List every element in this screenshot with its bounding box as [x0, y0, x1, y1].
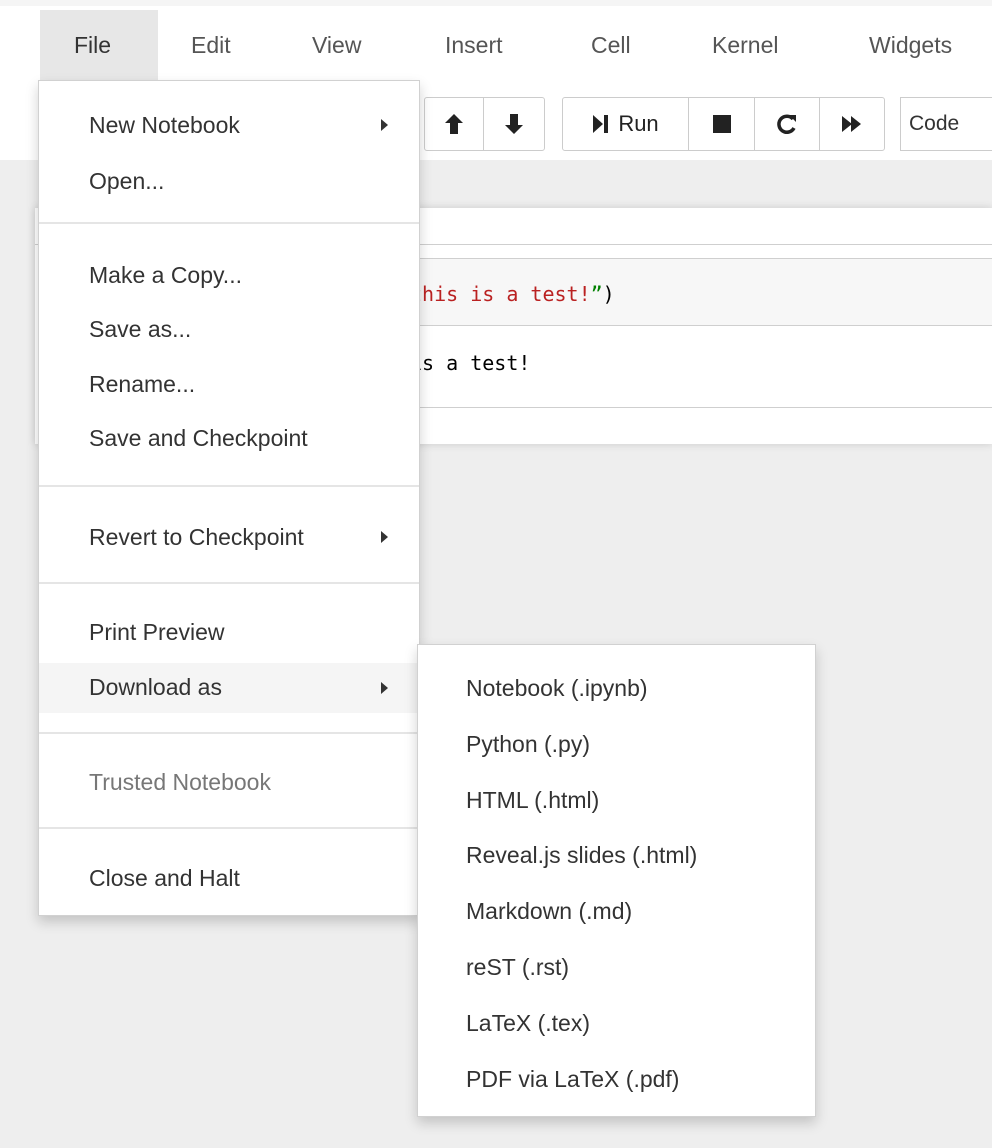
file-menu-close-halt[interactable]: Close and Halt [39, 854, 419, 902]
menu-view[interactable]: View [312, 10, 361, 80]
output-bottom-border [405, 407, 992, 408]
file-menu-revert-checkpoint[interactable]: Revert to Checkpoint [39, 513, 419, 561]
arrow-up-icon [445, 114, 463, 134]
menu-divider [39, 732, 419, 734]
menu-divider [39, 827, 419, 829]
cell-type-select[interactable]: Code [900, 97, 992, 151]
file-menu-dropdown: New Notebook Open... Make a Copy... Save… [38, 80, 420, 916]
download-markdown[interactable]: Markdown (.md) [466, 887, 632, 935]
menu-insert[interactable]: Insert [445, 10, 503, 80]
menubar-top-border [0, 0, 992, 6]
arrow-down-icon [505, 114, 523, 134]
interrupt-button[interactable] [688, 97, 755, 151]
download-py[interactable]: Python (.py) [466, 720, 590, 768]
code-paren: ) [602, 282, 615, 306]
menu-divider [39, 582, 419, 584]
menu-divider [39, 485, 419, 487]
code-string: this is a test! [410, 282, 591, 306]
file-menu-download-as[interactable]: Download as [39, 663, 419, 713]
move-up-button[interactable] [424, 97, 484, 151]
step-forward-icon [593, 115, 609, 133]
restart-button[interactable] [754, 97, 820, 151]
menu-kernel[interactable]: Kernel [712, 10, 778, 80]
file-menu-new-notebook[interactable]: New Notebook [39, 101, 419, 149]
menu-edit[interactable]: Edit [191, 10, 231, 80]
run-button[interactable]: Run [562, 97, 689, 151]
download-ipynb[interactable]: Notebook (.ipynb) [466, 664, 648, 712]
menu-file-label: File [74, 32, 112, 58]
menu-cell[interactable]: Cell [591, 10, 631, 80]
restart-icon [777, 114, 796, 134]
file-menu-rename[interactable]: Rename... [39, 360, 419, 408]
file-menu-trusted-notebook: Trusted Notebook [89, 769, 271, 795]
file-menu-save-checkpoint[interactable]: Save and Checkpoint [39, 414, 419, 462]
download-reveal-slides[interactable]: Reveal.js slides (.html) [466, 831, 697, 879]
file-menu-make-copy[interactable]: Make a Copy... [39, 251, 419, 299]
menu-divider [39, 222, 419, 224]
download-html[interactable]: HTML (.html) [466, 776, 599, 824]
download-pdf-latex[interactable]: PDF via LaTeX (.pdf) [466, 1055, 679, 1103]
menu-file[interactable]: File [40, 10, 158, 80]
code-input-text[interactable]: this is a test!”) [410, 282, 615, 306]
file-menu-print-preview[interactable]: Print Preview [39, 608, 419, 656]
run-all-button[interactable] [819, 97, 885, 151]
code-output-text: is a test! [410, 351, 531, 375]
download-submenu: Notebook (.ipynb) Python (.py) HTML (.ht… [417, 644, 816, 1117]
menu-widgets[interactable]: Widgets [869, 10, 952, 80]
code-quote: ” [590, 282, 603, 306]
download-rest[interactable]: reST (.rst) [466, 943, 569, 991]
file-menu-save-as[interactable]: Save as... [39, 305, 419, 353]
caret-right-icon [381, 119, 388, 131]
run-button-label: Run [618, 111, 659, 136]
stop-icon [712, 115, 731, 133]
caret-right-icon [381, 682, 388, 694]
download-latex[interactable]: LaTeX (.tex) [466, 999, 590, 1047]
caret-right-icon [381, 531, 388, 543]
move-down-button[interactable] [483, 97, 545, 151]
fast-forward-icon [842, 116, 861, 132]
file-menu-open[interactable]: Open... [39, 157, 419, 205]
